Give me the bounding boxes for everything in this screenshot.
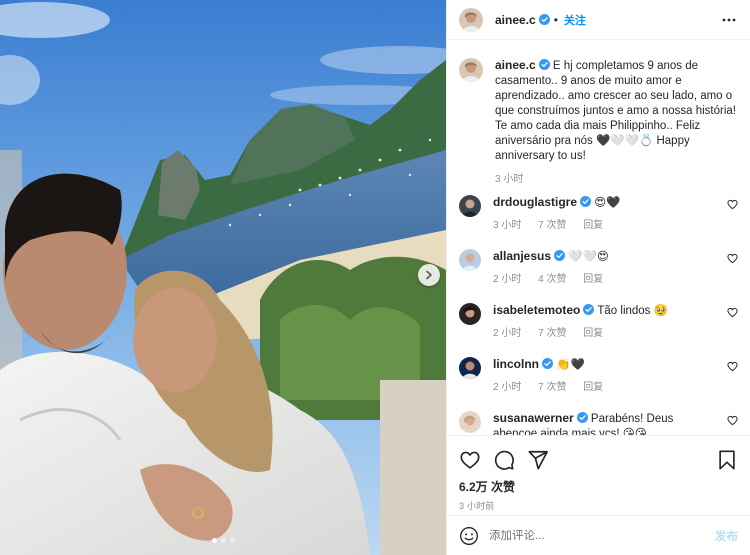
reply-button[interactable]: 回复 — [583, 274, 603, 285]
comment-likes-count[interactable]: 4 次赞 — [538, 274, 566, 285]
caption-text: E hj completamos 9 anos de casamento.. 9… — [495, 60, 736, 162]
follow-button[interactable]: 关注 — [564, 12, 586, 28]
author-avatar[interactable] — [459, 7, 483, 32]
caption-username[interactable]: ainee.c — [495, 58, 536, 72]
comment-text: 😍🖤 — [594, 197, 621, 209]
post-side-panel: ainee.c • 关注 ainee.c E hj completamos 9 … — [446, 0, 750, 555]
comment-likes-count[interactable]: 7 次赞 — [538, 328, 566, 339]
commenter-avatar[interactable] — [459, 195, 481, 217]
carousel-indicator — [212, 538, 235, 543]
action-icons — [447, 436, 750, 474]
comment-item: allanjesus 🤍🤍😍 2 小时 4 次赞 回复 — [459, 249, 738, 303]
reply-button[interactable]: 回复 — [583, 220, 603, 231]
author-avatar[interactable] — [459, 58, 483, 82]
like-heart-icon[interactable] — [459, 449, 481, 471]
post-caption: ainee.c E hj completamos 9 anos de casam… — [459, 40, 738, 195]
comment-bubble-icon[interactable] — [493, 449, 515, 471]
separator-dot: • — [553, 12, 558, 27]
comment-time: 3 小时 — [493, 220, 522, 231]
post-time: 3 小时前 — [459, 501, 495, 511]
commenter-username[interactable]: isabeletemoteo — [493, 303, 580, 317]
post-actions: 6.2万 次赞 3 小时前 发布 — [447, 435, 750, 555]
comment-item: isabeletemoteo Tão lindos 🥹 2 小时 7 次赞 回复 — [459, 303, 738, 357]
add-comment-bar: 发布 — [447, 515, 750, 555]
carousel-dot — [212, 538, 217, 543]
comment-item: lincolnn 👏🖤 2 小时 7 次赞 回复 — [459, 357, 738, 411]
comment-text: Tão lindos 🥹 — [597, 305, 668, 317]
heart-outline-icon[interactable] — [727, 361, 738, 372]
carousel-dot — [221, 538, 226, 543]
commenter-avatar[interactable] — [459, 411, 481, 433]
emoji-icon[interactable] — [459, 526, 479, 546]
verified-badge-icon — [538, 14, 550, 25]
verified-badge-icon — [554, 250, 566, 261]
couple-photo-image — [0, 0, 446, 555]
comment-likes-count[interactable]: 7 次赞 — [538, 220, 566, 231]
save-bookmark-icon[interactable] — [716, 449, 738, 471]
commenter-avatar[interactable] — [459, 303, 481, 325]
heart-outline-icon[interactable] — [727, 415, 738, 426]
share-send-icon[interactable] — [527, 449, 549, 471]
comment-input[interactable] — [489, 529, 715, 542]
comment-likes-count[interactable]: 7 次赞 — [538, 382, 566, 393]
reply-button[interactable]: 回复 — [583, 328, 603, 339]
commenter-username[interactable]: drdouglastigre — [493, 195, 577, 209]
commenter-avatar[interactable] — [459, 357, 481, 379]
verified-badge-icon — [538, 59, 550, 70]
comments-list[interactable]: ainee.c E hj completamos 9 anos de casam… — [447, 40, 750, 435]
commenter-username[interactable]: susanawerner — [493, 411, 574, 425]
heart-outline-icon[interactable] — [727, 199, 738, 210]
verified-badge-icon — [542, 358, 553, 369]
verified-badge-icon — [583, 304, 595, 315]
carousel-dot — [230, 538, 235, 543]
comment-item: drdouglastigre 😍🖤 3 小时 7 次赞 回复 — [459, 195, 738, 249]
comment-text: 👏🖤 — [556, 359, 585, 371]
verified-badge-icon — [580, 196, 592, 207]
comment-time: 2 小时 — [493, 274, 522, 285]
commenter-avatar[interactable] — [459, 249, 481, 271]
comment-text: 🤍🤍😍 — [568, 251, 609, 263]
caption-time: 3 小时 — [495, 174, 524, 185]
comment-item: susanawerner Parabéns! Deus abençoe aind… — [459, 411, 738, 435]
comment-time: 2 小时 — [493, 382, 522, 393]
more-options-icon[interactable] — [722, 13, 736, 27]
heart-outline-icon[interactable] — [727, 253, 738, 264]
reply-button[interactable]: 回复 — [583, 382, 603, 393]
chevron-right-icon — [426, 270, 432, 280]
comment-time: 2 小时 — [493, 328, 522, 339]
post-photo[interactable] — [0, 0, 446, 555]
post-header: ainee.c • 关注 — [447, 0, 750, 40]
next-photo-button[interactable] — [418, 264, 440, 286]
author-username[interactable]: ainee.c — [495, 13, 536, 27]
commenter-username[interactable]: allanjesus — [493, 249, 551, 263]
heart-outline-icon[interactable] — [727, 307, 738, 318]
post-comment-button[interactable]: 发布 — [715, 528, 738, 544]
commenter-username[interactable]: lincolnn — [493, 357, 539, 371]
verified-badge-icon — [576, 412, 588, 423]
likes-count[interactable]: 6.2万 次赞 — [447, 474, 750, 495]
